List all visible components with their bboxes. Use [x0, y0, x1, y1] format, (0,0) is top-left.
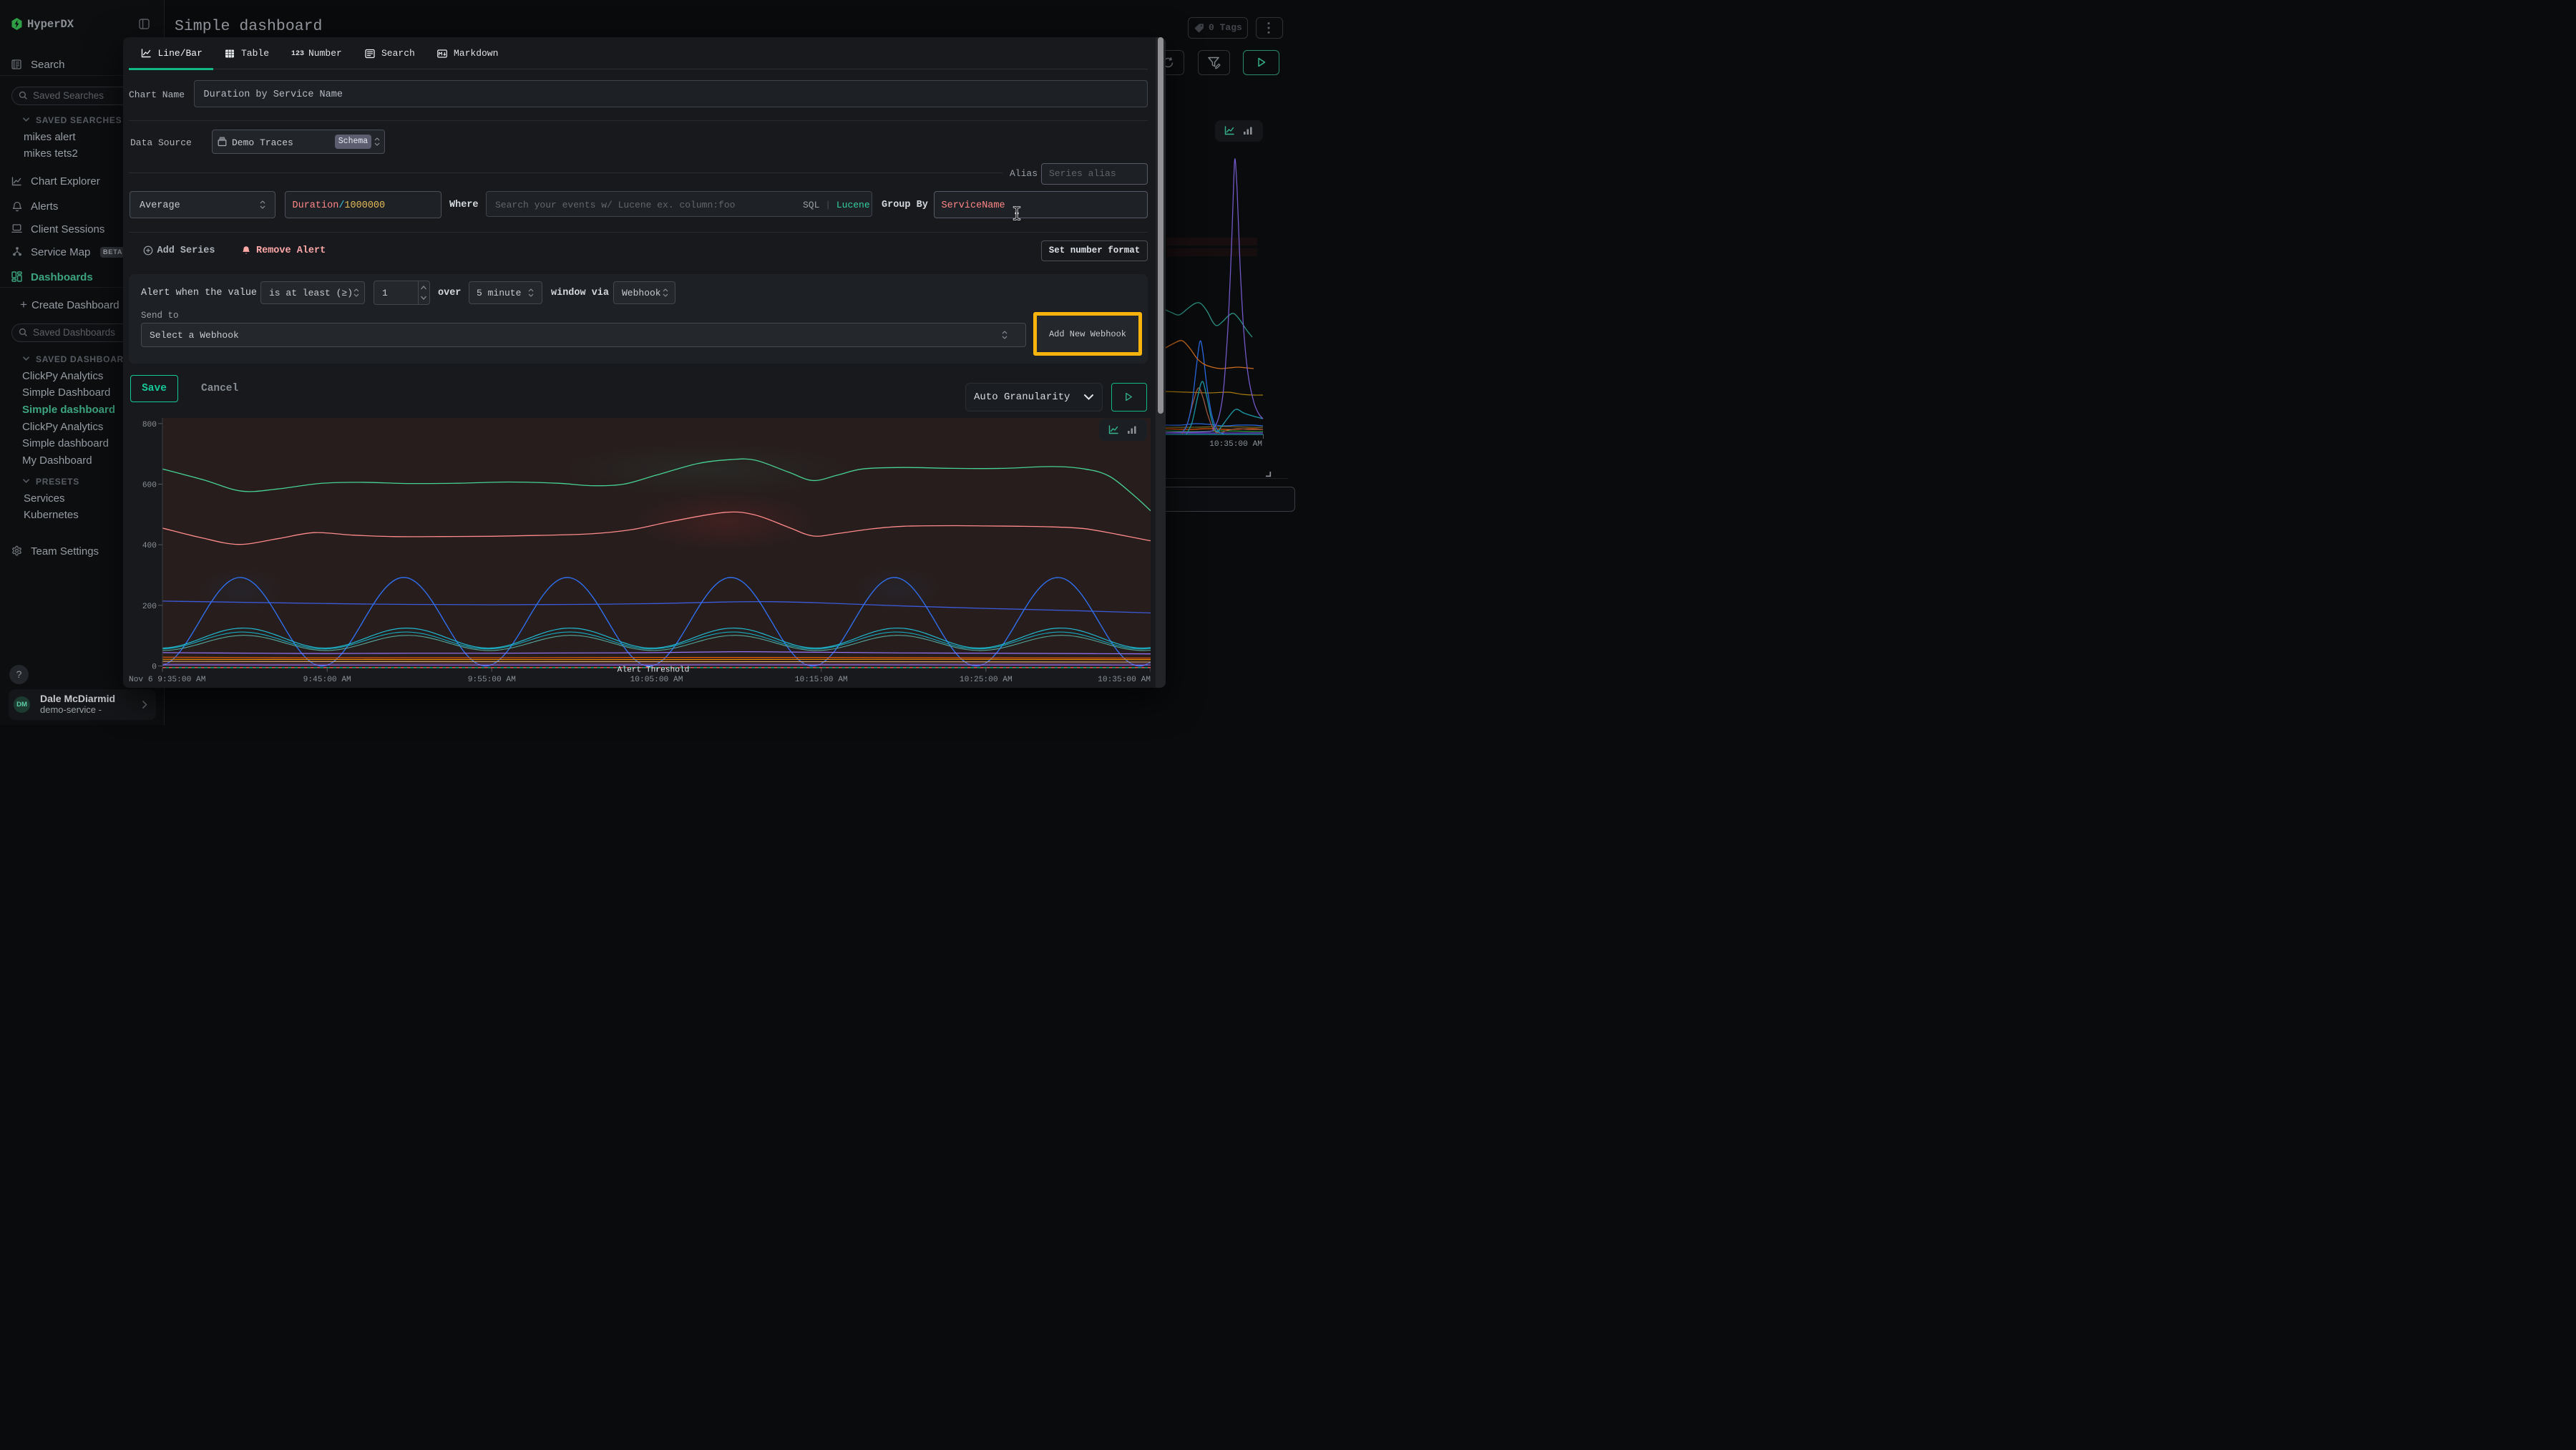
svg-text:9:55:00 AM: 9:55:00 AM — [468, 676, 516, 684]
svg-text:Alert Threshold: Alert Threshold — [618, 666, 690, 675]
svg-text:800: 800 — [142, 421, 157, 429]
svg-text:9:45:00 AM: 9:45:00 AM — [303, 676, 351, 684]
svg-text:200: 200 — [142, 603, 157, 611]
svg-text:400: 400 — [142, 542, 157, 550]
svg-text:10:25:00 AM: 10:25:00 AM — [960, 676, 1013, 684]
svg-text:600: 600 — [142, 482, 157, 490]
svg-text:10:05:00 AM: 10:05:00 AM — [630, 676, 683, 684]
svg-text:Nov 6 9:35:00 AM: Nov 6 9:35:00 AM — [129, 676, 205, 684]
svg-text:10:15:00 AM: 10:15:00 AM — [795, 676, 848, 684]
svg-text:10:35:00 AM: 10:35:00 AM — [1098, 676, 1151, 684]
svg-text:10:35:00 AM: 10:35:00 AM — [1209, 440, 1262, 449]
svg-text:0: 0 — [152, 663, 157, 672]
